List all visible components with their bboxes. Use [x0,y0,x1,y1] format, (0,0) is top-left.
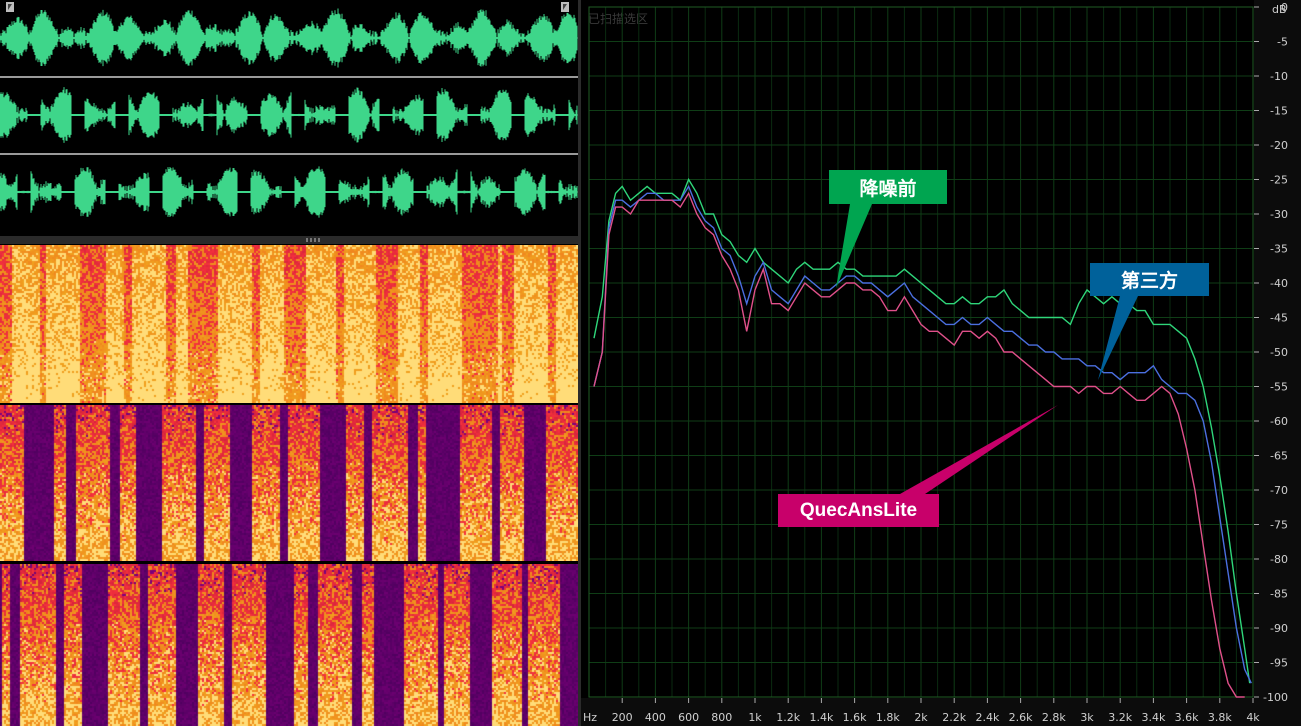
y-tick-label: -60 [1270,415,1288,428]
y-tick-label: -50 [1270,346,1288,359]
y-tick-label: -65 [1270,450,1288,463]
x-tick-label: 1.8k [876,711,900,724]
y-tick-label: -75 [1270,519,1288,532]
y-tick-label: -35 [1270,243,1288,256]
y-tick-label: -40 [1270,277,1288,290]
waveform-spectrogram-panel[interactable] [0,0,578,726]
x-tick-label: 800 [711,711,732,724]
x-tick-label: 600 [678,711,699,724]
y-tick-label: -30 [1270,208,1288,221]
track-separator [0,153,578,155]
x-tick-label: 3.6k [1175,711,1199,724]
y-tick-label: -25 [1270,174,1288,187]
x-tick-label: 3.8k [1208,711,1232,724]
y-tick-label: -15 [1270,105,1288,118]
y-tick-label: -95 [1270,657,1288,670]
y-tick-label: -45 [1270,312,1288,325]
x-tick-label: 200 [612,711,633,724]
x-tick-label: 2.6k [1009,711,1033,724]
x-tick-label: 3k [1080,711,1094,724]
waveform-track-third-party [0,87,578,143]
chart-grid [589,6,1254,698]
spectrogram-original [0,245,578,403]
x-tick-label: 2.2k [942,711,966,724]
y-tick-label: -20 [1270,139,1288,152]
x-tick-label: 2.8k [1042,711,1066,724]
waveform-view[interactable] [0,0,578,236]
x-tick-label: 3.4k [1141,711,1165,724]
y-tick-label: -55 [1270,381,1288,394]
y-tick-label: -10 [1270,70,1288,83]
y-tick-label: 0 [1281,1,1288,14]
waveform-track-original [0,8,578,68]
track-separator [0,76,578,78]
y-tick-label: -80 [1270,553,1288,566]
selection-start-handle[interactable] [6,2,14,12]
x-tick-label: 1.2k [776,711,800,724]
spectrogram-third-party [0,405,578,561]
x-tick-label: 2k [914,711,928,724]
selection-end-handle[interactable] [561,2,569,12]
y-tick-label: -100 [1263,691,1288,704]
y-tick-label: -70 [1270,484,1288,497]
x-tick-label: 3.2k [1108,711,1132,724]
frequency-analysis-panel: 已扫描选区 Hz 200 400 600 800 1k 1.2k 1.4k 1.6k 1.8k 2k… [581,0,1301,726]
y-tick-label: -85 [1270,588,1288,601]
y-tick-label: -5 [1277,36,1288,49]
x-tick-label: 1.6k [843,711,867,724]
frequency-spectrum-chart: Hz 200 400 600 800 1k 1.2k 1.4k 1.6k 1.8k 2k 2.2k 2.… [581,0,1301,726]
x-tick-label: 2.4k [975,711,999,724]
callout-quecanslite: QuecAnsLite [778,494,939,527]
splitter-grip-icon [306,238,322,242]
waveform-track-quecanslite [0,166,578,218]
y-tick-label: -90 [1270,622,1288,635]
x-tick-label: 1k [748,711,762,724]
view-splitter[interactable] [0,236,578,244]
spectrum-line-before [593,177,1251,684]
callout-third-party: 第三方 [1090,263,1209,296]
spectrum-line-third-party [593,184,1252,684]
x-tick-label: 400 [645,711,666,724]
spectrogram-quecanslite [0,564,578,726]
x-tick-label: 1.4k [809,711,833,724]
callout-before: 降噪前 [829,170,947,204]
x-tick-label: 4k [1246,711,1260,724]
x-axis-unit: Hz [583,711,597,724]
